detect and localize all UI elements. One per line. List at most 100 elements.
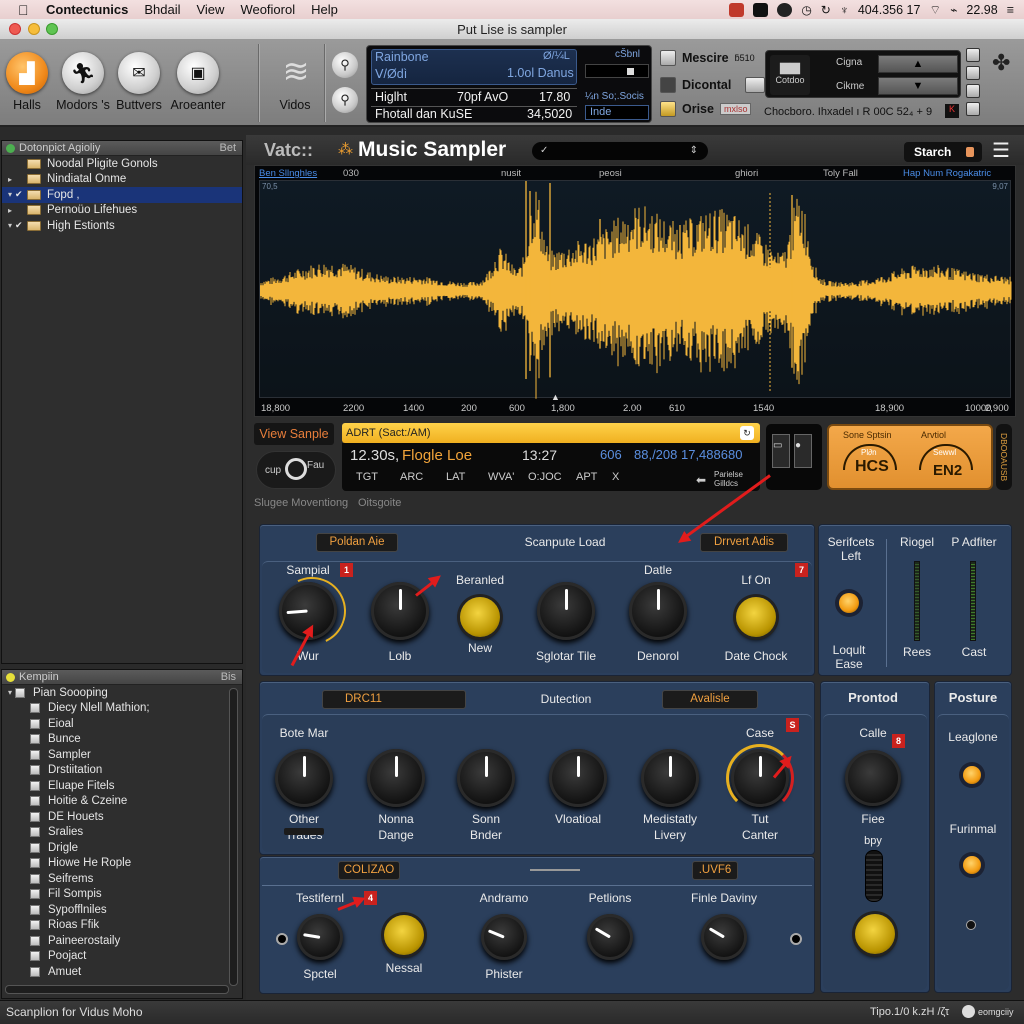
list-item[interactable]: Diecy Nlell Mathion; bbox=[2, 701, 242, 717]
checkbox[interactable] bbox=[30, 920, 40, 931]
list-item[interactable]: Eluape Fitels bbox=[2, 778, 242, 794]
menu-help[interactable]: Help bbox=[311, 2, 338, 17]
back-arrow-icon[interactable]: ⬅ bbox=[696, 473, 706, 487]
timeline-ruler[interactable]: 18,800 2200 1400 200 600 1,800 2.00 610 1540 18,9… bbox=[259, 392, 1011, 416]
checkbox[interactable] bbox=[30, 873, 40, 884]
marker-icon[interactable]: K bbox=[945, 104, 959, 118]
horizontal-scrollbar[interactable] bbox=[5, 985, 229, 994]
right-tag[interactable]: .UVF6 bbox=[692, 861, 738, 880]
halls-button[interactable]: ▟ bbox=[6, 52, 48, 94]
list-item[interactable]: Drigle bbox=[2, 840, 242, 856]
trades-slot[interactable] bbox=[284, 828, 324, 835]
check-icon[interactable]: ✔ bbox=[15, 220, 27, 231]
wave-tab[interactable]: peosi bbox=[599, 168, 622, 179]
knob[interactable] bbox=[457, 749, 515, 807]
zoom-out-button[interactable]: ⚲ bbox=[332, 87, 358, 113]
list-item[interactable]: Sypofflniles bbox=[2, 902, 242, 918]
wave-tab[interactable]: 030 bbox=[343, 168, 359, 179]
knob[interactable] bbox=[537, 582, 595, 640]
calle-knob[interactable] bbox=[845, 750, 901, 806]
disclosure-icon[interactable]: ▾ bbox=[5, 221, 15, 230]
tree-item[interactable]: ▸ Pernoüo Lifehues bbox=[2, 203, 242, 219]
leaglone-led[interactable] bbox=[963, 766, 981, 784]
reset-icon[interactable] bbox=[966, 920, 976, 930]
orise-row[interactable]: Orise mxlso bbox=[660, 101, 752, 117]
buttvers-button[interactable]: ✉ bbox=[118, 52, 160, 94]
check-icon[interactable]: ✔ bbox=[15, 189, 27, 200]
wave-tab[interactable]: Ben Sllnghles bbox=[259, 168, 317, 179]
dicontal-row[interactable]: Dicontal bbox=[660, 77, 766, 93]
transport-button[interactable]: ARC bbox=[400, 471, 423, 483]
checkbox[interactable] bbox=[30, 951, 40, 962]
list-item[interactable]: Sampler bbox=[2, 747, 242, 763]
list-item[interactable]: Rioas Ffik bbox=[2, 918, 242, 934]
trash-icon[interactable] bbox=[966, 102, 980, 116]
transport-button[interactable]: APT bbox=[576, 471, 597, 483]
mescire-row[interactable]: Mescire ƃ510 bbox=[660, 50, 755, 66]
hamburger-menu-icon[interactable]: ☰ bbox=[992, 138, 1010, 163]
video-icon[interactable]: ≋ bbox=[276, 52, 316, 92]
playhead-marker-icon[interactable]: ▲ bbox=[551, 392, 560, 402]
search-button[interactable]: Starch bbox=[904, 142, 982, 162]
waveform-display[interactable]: 70,5 9,07 bbox=[259, 180, 1012, 399]
wave-tab[interactable]: nusit bbox=[501, 168, 521, 179]
knob[interactable] bbox=[275, 749, 333, 807]
knob[interactable] bbox=[587, 914, 633, 960]
battery-icon[interactable]: ⌁ bbox=[950, 3, 957, 17]
knob[interactable] bbox=[629, 582, 687, 640]
list-menu-icon[interactable]: ≡ bbox=[1007, 3, 1014, 17]
list-item[interactable]: Seifrems bbox=[2, 871, 242, 887]
knob[interactable] bbox=[481, 914, 527, 960]
wave-tab[interactable]: ghiori bbox=[735, 168, 758, 179]
pitch-wheel[interactable]: cup Fau bbox=[256, 451, 336, 489]
furinmal-led[interactable] bbox=[963, 856, 981, 874]
prontod-button[interactable] bbox=[855, 914, 895, 954]
cotdoo-button[interactable]: ▆▆ Cotdoo bbox=[770, 55, 810, 95]
checkbox[interactable] bbox=[30, 780, 40, 791]
checkbox[interactable] bbox=[30, 749, 40, 760]
apple-icon[interactable]:  bbox=[18, 2, 32, 18]
knob[interactable] bbox=[297, 914, 343, 960]
list-item[interactable]: Fil Sompis bbox=[2, 887, 242, 903]
right-tag[interactable]: Drrvert Adis bbox=[700, 533, 788, 552]
zoom-in-button[interactable]: ⚲ bbox=[332, 52, 358, 78]
checkbox[interactable] bbox=[30, 966, 40, 977]
checkbox[interactable] bbox=[30, 765, 40, 776]
lcd-side-field[interactable] bbox=[585, 64, 649, 78]
list-item[interactable]: Hoitie & Czeine bbox=[2, 794, 242, 810]
sync-tray-icon[interactable]: ↻ bbox=[821, 3, 831, 17]
transport-button[interactable]: O:JOC bbox=[528, 471, 562, 483]
checkbox[interactable] bbox=[30, 889, 40, 900]
list-item[interactable]: Eioal bbox=[2, 716, 242, 732]
transport-button[interactable]: TGT bbox=[356, 471, 378, 483]
checkbox[interactable] bbox=[30, 718, 40, 729]
checkbox[interactable] bbox=[30, 827, 40, 838]
file-path-bar[interactable]: ADRT (Sact:/AM) ↻ bbox=[342, 423, 760, 443]
checkbox[interactable] bbox=[30, 842, 40, 853]
tree-item[interactable]: ▸ Nindiatal Onme bbox=[2, 172, 242, 188]
knob[interactable] bbox=[367, 749, 425, 807]
menu-edit[interactable]: Bhdail bbox=[144, 2, 180, 17]
list-item[interactable]: Paineerostaily bbox=[2, 933, 242, 949]
serifcets-led[interactable] bbox=[839, 593, 859, 613]
status-indicator-icon[interactable] bbox=[962, 1005, 975, 1018]
record-tray-icon[interactable] bbox=[777, 2, 793, 17]
clock-tray-icon[interactable]: ◷ bbox=[801, 3, 811, 17]
bpy-slider[interactable] bbox=[865, 850, 883, 902]
transport-button[interactable]: WVA' bbox=[488, 471, 514, 483]
menu-view[interactable]: View bbox=[196, 2, 224, 17]
up-button[interactable]: ▲ bbox=[878, 55, 958, 73]
transport-button[interactable]: LAT bbox=[446, 471, 465, 483]
toggle-button[interactable] bbox=[384, 915, 424, 955]
knob[interactable] bbox=[549, 749, 607, 807]
menu-workflow[interactable]: Weofiorol bbox=[240, 2, 295, 17]
wave-tab[interactable]: Hap Num Rogakatric bbox=[903, 168, 991, 179]
wifi-icon[interactable]: ⌔ bbox=[929, 2, 941, 18]
down-button[interactable]: ▼ bbox=[878, 77, 958, 95]
panel-icon[interactable] bbox=[966, 48, 980, 62]
left-jack-icon[interactable] bbox=[276, 933, 288, 945]
list-item[interactable]: Drstiitation bbox=[2, 763, 242, 779]
modors-button[interactable]: 🏃︎ bbox=[62, 52, 104, 94]
guide-link[interactable]: Parielse Gilldcs bbox=[714, 470, 754, 488]
list-item[interactable]: Bunce bbox=[2, 732, 242, 748]
